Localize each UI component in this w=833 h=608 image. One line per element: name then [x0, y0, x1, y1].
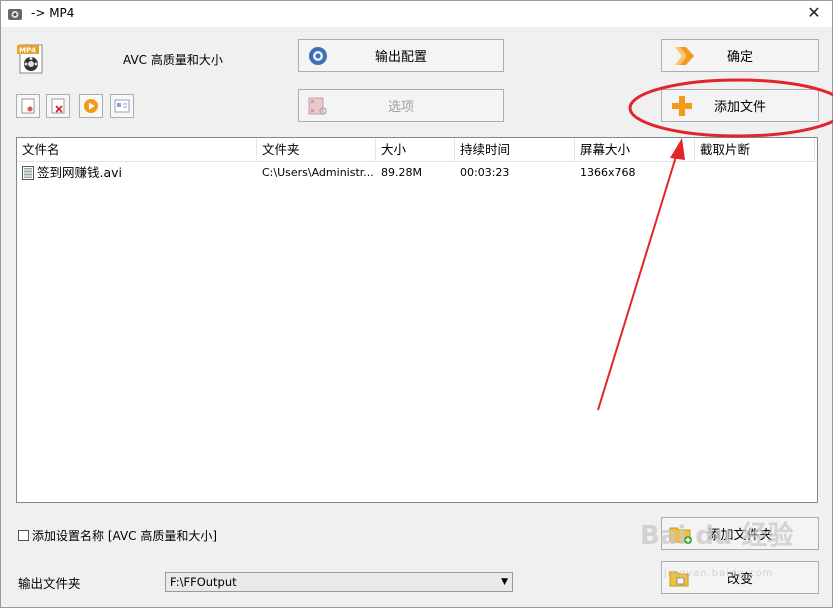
add-setting-name-option[interactable]: 添加设置名称 [AVC 高质量和大小]	[18, 527, 217, 544]
delete-doc-icon	[51, 98, 65, 114]
column-header-clip[interactable]: 截取片断	[695, 138, 815, 162]
options-button[interactable]: 选项	[298, 89, 504, 122]
cell-filename: 签到网赚钱.avi	[37, 165, 123, 180]
main-panel: MP4 AVC 高质量和大小 输出配置 确定 选项 添加文件 文件名 文件夹 大…	[1, 27, 832, 607]
clear-list-button[interactable]	[16, 94, 40, 118]
column-header-screen-size[interactable]: 屏幕大小	[575, 138, 695, 162]
output-config-label: 输出配置	[374, 50, 427, 65]
column-header-duration[interactable]: 持续时间	[455, 138, 575, 162]
add-setting-name-label: 添加设置名称 [AVC 高质量和大小]	[32, 529, 218, 543]
add-file-button[interactable]: 添加文件	[661, 89, 819, 122]
confirm-label: 确定	[726, 50, 753, 65]
change-button[interactable]: 改变	[661, 561, 819, 594]
output-folder-value: F:\FFOutput	[170, 575, 237, 589]
add-folder-button[interactable]: 添加文件夹	[661, 517, 819, 550]
cell-folder: C:\Users\Administr...	[262, 166, 374, 179]
arrow-right-icon	[675, 46, 694, 65]
window-title: -> MP4	[31, 6, 75, 20]
cell-size: 89.28M	[381, 166, 422, 179]
info-card-icon	[114, 99, 130, 113]
output-folder-label: 输出文件夹	[18, 576, 81, 591]
column-header-size[interactable]: 大小	[376, 138, 455, 162]
options-label: 选项	[387, 100, 414, 115]
cell-screen-size: 1366x768	[580, 166, 636, 179]
change-label: 改变	[726, 572, 753, 587]
film-scissors-icon	[308, 97, 327, 115]
cell-clip	[695, 163, 815, 183]
output-config-button[interactable]: 输出配置	[298, 39, 504, 72]
profile-name: AVC 高质量和大小	[123, 53, 223, 67]
gear-icon	[309, 46, 327, 65]
plus-icon	[672, 95, 692, 116]
confirm-button[interactable]: 确定	[661, 39, 819, 72]
play-button[interactable]	[79, 94, 103, 118]
blank-doc-icon	[21, 98, 35, 114]
title-bar: -> MP4 ✕	[1, 1, 832, 27]
video-file-icon	[22, 166, 34, 180]
close-button[interactable]: ✕	[806, 5, 822, 21]
svg-text:MP4: MP4	[19, 47, 36, 55]
add-folder-label: 添加文件夹	[707, 528, 773, 543]
column-header-filename[interactable]: 文件名	[17, 138, 257, 162]
folder-open-icon	[669, 571, 689, 586]
mp4-file-icon: MP4	[17, 44, 43, 74]
file-list-header: 文件名 文件夹 大小 持续时间 屏幕大小 截取片断	[17, 138, 817, 162]
media-info-button[interactable]	[110, 94, 134, 118]
converter-window: -> MP4 ✕ MP4 AVC 高质量和大小 输出配置 确定 选项 添加文件 …	[0, 0, 833, 608]
app-icon	[8, 9, 22, 20]
cell-duration: 00:03:23	[460, 166, 510, 179]
column-header-folder[interactable]: 文件夹	[257, 138, 376, 162]
output-folder-select[interactable]: F:\FFOutput ▼	[165, 572, 513, 592]
play-icon	[84, 99, 98, 113]
chevron-down-icon: ▼	[501, 577, 508, 587]
add-setting-name-checkbox[interactable]	[18, 530, 29, 541]
remove-file-button[interactable]	[46, 94, 70, 118]
file-list[interactable]: 文件名 文件夹 大小 持续时间 屏幕大小 截取片断 签到网赚钱.avi C:\U…	[16, 137, 818, 503]
add-file-label: 添加文件	[713, 100, 766, 115]
table-row[interactable]: 签到网赚钱.avi C:\Users\Administr... 89.28M 0…	[17, 163, 817, 183]
folder-add-icon	[669, 527, 692, 544]
